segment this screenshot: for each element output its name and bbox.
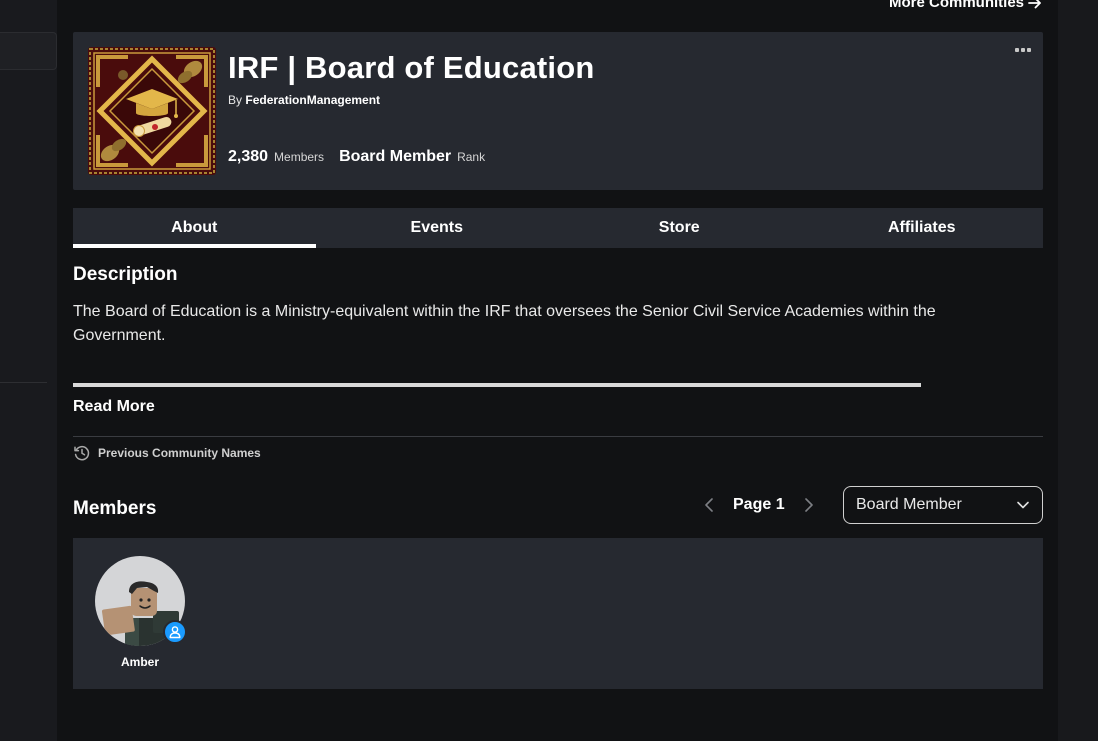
previous-names-link[interactable]: Previous Community Names: [73, 444, 261, 462]
ellipsis-icon[interactable]: [1015, 48, 1031, 52]
sidebar-divider: [0, 382, 47, 383]
members-heading: Members: [73, 498, 157, 519]
page-label: Page 1: [733, 496, 785, 513]
group-header-card: IRF | Board of Education By FederationMa…: [73, 32, 1043, 190]
tab-affiliates[interactable]: Affiliates: [801, 208, 1044, 248]
tab-events[interactable]: Events: [316, 208, 559, 248]
group-tabs: About Events Store Affiliates: [73, 208, 1043, 248]
group-stats: 2,380 Members Board Member Rank: [228, 148, 485, 166]
description-heading: Description: [73, 264, 178, 285]
rank-filter-value: Board Member: [856, 496, 962, 513]
rank-filter-dropdown[interactable]: Board Member: [843, 486, 1043, 524]
user-icon: [163, 620, 187, 644]
left-sidebar: [0, 0, 57, 741]
group-emblem: [88, 47, 216, 175]
chevron-right-icon[interactable]: [803, 497, 815, 513]
members-list: Amber: [73, 538, 1043, 689]
member-name: Amber: [120, 655, 159, 669]
rank-label: Rank: [457, 150, 486, 164]
read-more-button[interactable]: Read More: [73, 398, 155, 416]
member-card[interactable]: Amber: [95, 556, 187, 669]
member-count-label: Members: [274, 150, 325, 164]
tab-about[interactable]: About: [73, 208, 316, 248]
byline-prefix: By: [228, 93, 243, 107]
right-gutter: [1058, 0, 1098, 741]
group-owner-link[interactable]: FederationManagement: [245, 93, 380, 107]
description-divider: [73, 383, 921, 387]
tab-store[interactable]: Store: [558, 208, 801, 248]
description-text: The Board of Education is a Ministry-equ…: [73, 303, 936, 344]
chevron-down-icon: [1017, 501, 1029, 509]
section-divider: [73, 436, 1043, 437]
chevron-left-icon[interactable]: [703, 497, 715, 513]
previous-names-label: Previous Community Names: [98, 446, 261, 460]
more-communities-link[interactable]: More Communities: [889, 0, 1042, 11]
group-title: IRF | Board of Education: [228, 50, 595, 85]
rank-value: Board Member: [339, 148, 452, 165]
group-byline: By FederationManagement: [228, 93, 380, 107]
sidebar-top-bar[interactable]: [0, 32, 57, 70]
member-count: 2,380: [228, 148, 269, 165]
avatar: [95, 556, 187, 646]
arrow-right-icon: [1028, 0, 1041, 8]
more-communities-label: More Communities: [888, 0, 1024, 11]
members-pager: Page 1: [703, 492, 815, 518]
history-icon: [74, 446, 90, 461]
